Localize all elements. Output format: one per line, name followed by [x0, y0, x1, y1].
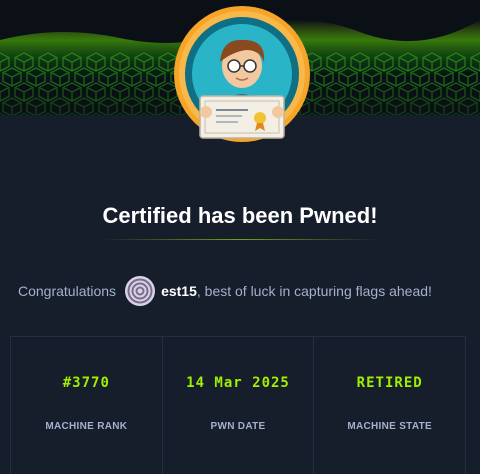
grid-cube [146, 97, 166, 115]
concentric-circles-avatar-icon [125, 276, 156, 306]
congrats-prefix: Congratulations [18, 283, 117, 299]
machine-state-label: MACHINE STATE [347, 421, 432, 432]
machine-rank-value: #3770 [62, 375, 110, 391]
pwn-date-value: 14 Mar 2025 [186, 375, 290, 391]
grid-cube [26, 97, 46, 115]
grid-cube [326, 82, 346, 102]
grid-cube [458, 97, 478, 115]
user-avatar[interactable] [125, 276, 156, 306]
grid-cube [74, 97, 94, 115]
grid-cube [362, 97, 382, 115]
page-title: Certified has been Pwned! [102, 203, 378, 228]
grid-cube [50, 97, 70, 115]
grid-cube [422, 82, 442, 102]
grid-cube [0, 82, 10, 102]
grid-cube [122, 97, 142, 115]
machine-rank-label: MACHINE RANK [45, 421, 128, 432]
certificate-avatar-icon [174, 6, 310, 142]
machine-state-value: RETIRED [356, 375, 423, 391]
grid-cube [446, 82, 466, 102]
congrats-message: Congratulations est15 , best of luck in … [18, 276, 432, 306]
title-divider [100, 239, 380, 240]
grid-cube [134, 82, 154, 102]
grid-cube [434, 97, 454, 115]
grid-cube [410, 97, 430, 115]
grid-cube [386, 97, 406, 115]
grid-cube [338, 97, 358, 115]
pwn-date-label: PWN DATE [210, 421, 266, 432]
grid-cube [350, 82, 370, 102]
grid-cube [314, 97, 334, 115]
congrats-suffix: , best of luck in capturing flags ahead! [196, 283, 432, 299]
pwn-stats-grid: #3770 MACHINE RANK 14 Mar 2025 PWN DATE … [10, 336, 466, 474]
grid-cube [110, 82, 130, 102]
grid-cube [398, 82, 418, 102]
grid-cube [98, 97, 118, 115]
grid-cube [2, 97, 22, 115]
grid-cube [374, 82, 394, 102]
stat-pwn-date: 14 Mar 2025 PWN DATE [163, 337, 315, 474]
username-link[interactable]: est15 [161, 283, 197, 299]
grid-cube [470, 82, 480, 102]
stat-machine-state: RETIRED MACHINE STATE [314, 337, 465, 474]
stat-machine-rank: #3770 MACHINE RANK [11, 337, 163, 474]
machine-badge [172, 4, 312, 144]
